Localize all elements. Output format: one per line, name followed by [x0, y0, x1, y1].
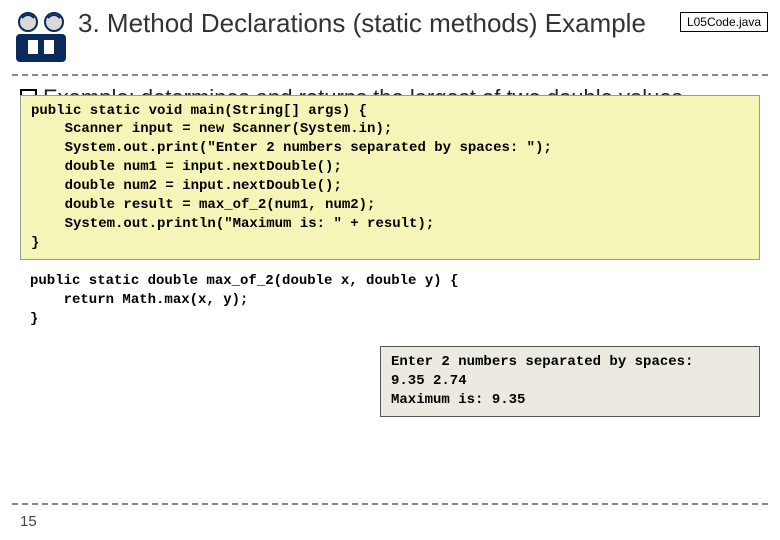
- slide-header: 3. Method Declarations (static methods) …: [0, 0, 780, 70]
- main-method-code: public static void main(String[] args) {…: [20, 95, 760, 260]
- file-name-label: L05Code.java: [680, 12, 768, 32]
- slide-footer: 15: [0, 499, 780, 530]
- footer-divider: [12, 503, 768, 505]
- slide-title: 3. Method Declarations (static methods) …: [78, 8, 680, 39]
- helper-method-code: public static double max_of_2(double x, …: [20, 266, 760, 335]
- slide-number: 15: [20, 513, 780, 530]
- university-crest-icon: [12, 8, 70, 66]
- header-divider: [12, 74, 768, 76]
- program-output: Enter 2 numbers separated by spaces: 9.3…: [380, 346, 760, 417]
